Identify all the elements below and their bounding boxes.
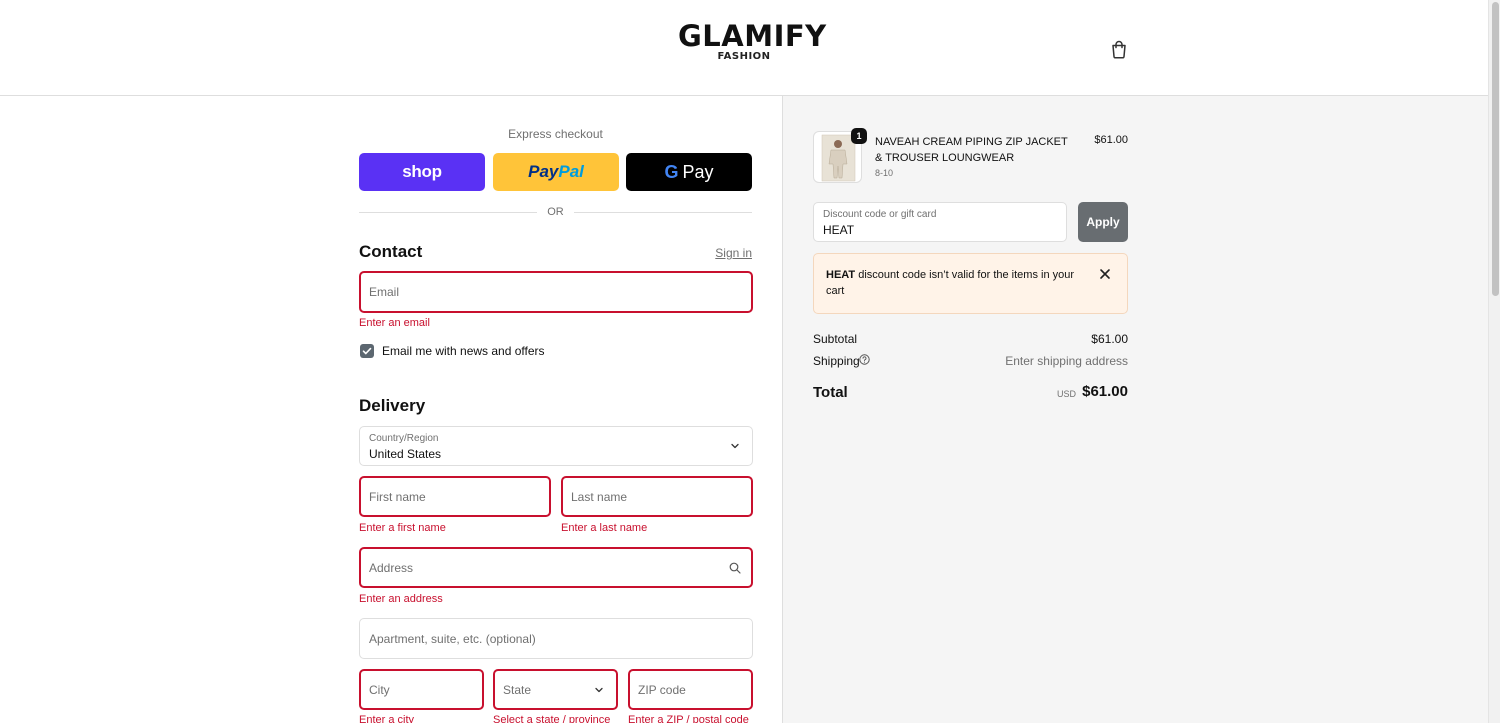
- total-value: $61.00: [1082, 383, 1128, 400]
- google-g-letter: G: [664, 161, 679, 182]
- shop-pay-button[interactable]: shop: [359, 153, 485, 191]
- zip-placeholder: ZIP code: [638, 682, 686, 697]
- discount-error-notice: HEAT discount code isn’t valid for the i…: [813, 253, 1128, 314]
- cart-button[interactable]: [1108, 38, 1130, 60]
- address-field[interactable]: Address: [359, 547, 753, 588]
- site-header: GLAMIFY FASHION: [0, 0, 1488, 96]
- or-text: OR: [547, 206, 564, 218]
- google-g-icon: G: [664, 162, 678, 183]
- search-icon[interactable]: [729, 562, 741, 574]
- last-name-placeholder: Last name: [571, 489, 628, 504]
- notice-text: HEAT discount code isn’t valid for the i…: [826, 267, 1086, 299]
- shipping-label: Shipping: [813, 354, 860, 368]
- country-select[interactable]: Country/Region United States: [359, 426, 753, 466]
- total-currency: USD: [1056, 389, 1076, 399]
- chevron-down-icon: [595, 687, 603, 692]
- email-error: Enter an email: [359, 317, 430, 329]
- city-placeholder: City: [369, 682, 390, 697]
- scrollbar-thumb[interactable]: [1492, 2, 1499, 296]
- express-checkout-label: Express checkout: [508, 127, 603, 141]
- notice-message: discount code isn’t valid for the items …: [826, 269, 1075, 297]
- email-field[interactable]: Email: [359, 271, 753, 313]
- chevron-down-icon: [731, 443, 739, 449]
- last-name-field[interactable]: Last name: [561, 476, 753, 517]
- shipping-value: Enter shipping address: [1005, 354, 1128, 368]
- sign-in-link[interactable]: Sign in: [700, 246, 752, 260]
- paypal-label-part1: Pay: [528, 162, 559, 181]
- brand-subtitle: FASHION: [717, 51, 771, 62]
- first-name-placeholder: First name: [369, 489, 426, 504]
- contact-title: Contact: [359, 242, 423, 261]
- close-icon[interactable]: [1098, 267, 1112, 281]
- quantity-badge: 1: [851, 128, 867, 144]
- country-value: United States: [369, 447, 442, 461]
- checkmark-icon: [362, 347, 372, 355]
- city-error: Enter a city: [359, 714, 415, 723]
- product-price: $61.00: [1094, 134, 1128, 146]
- or-divider: OR: [359, 205, 752, 219]
- apartment-field[interactable]: Apartment, suite, etc. (optional): [359, 618, 753, 659]
- country-label: Country/Region: [369, 433, 439, 444]
- discount-label: Discount code or gift card: [823, 209, 937, 220]
- email-placeholder: Email: [369, 285, 400, 299]
- apartment-placeholder: Apartment, suite, etc. (optional): [369, 631, 536, 646]
- discount-value: HEAT: [823, 223, 855, 237]
- apply-button[interactable]: Apply: [1078, 202, 1128, 242]
- state-select[interactable]: State: [493, 669, 618, 710]
- total-label: Total: [813, 384, 848, 401]
- page-scrollbar[interactable]: [1488, 0, 1500, 723]
- zip-error: Enter a ZIP / postal code: [628, 714, 749, 723]
- state-error: Select a state / province: [493, 714, 611, 723]
- brand-logo[interactable]: GLAMIFY FASHION: [678, 19, 827, 62]
- shop-pay-label: shop: [402, 162, 442, 181]
- product-variant: 8-10: [875, 168, 894, 178]
- state-placeholder: State: [503, 682, 532, 697]
- subtotal-value: $61.00: [1091, 332, 1128, 346]
- paypal-button[interactable]: Pay Pal: [493, 153, 619, 191]
- paypal-label-part2: Pal: [558, 162, 584, 181]
- google-pay-button[interactable]: G Pay: [626, 153, 752, 191]
- discount-code-field[interactable]: Discount code or gift card HEAT: [813, 202, 1067, 242]
- help-icon[interactable]: [859, 354, 870, 365]
- address-error: Enter an address: [359, 593, 443, 605]
- google-pay-label: Pay: [682, 161, 714, 182]
- last-name-error: Enter a last name: [561, 522, 648, 534]
- subtotal-label: Subtotal: [813, 332, 858, 346]
- shopping-bag-icon: [1112, 40, 1126, 59]
- newsletter-label: Email me with news and offers: [382, 344, 545, 358]
- product-name: NAVEAH CREAM PIPING ZIP JACKET & TROUSER…: [875, 136, 1068, 164]
- notice-code: HEAT: [826, 269, 856, 281]
- address-placeholder: Address: [369, 560, 414, 575]
- order-summary-panel: [782, 96, 1488, 723]
- city-field[interactable]: City: [359, 669, 484, 710]
- delivery-title: Delivery: [359, 396, 426, 415]
- brand-name: GLAMIFY: [678, 19, 827, 53]
- first-name-error: Enter a first name: [359, 522, 446, 534]
- zip-field[interactable]: ZIP code: [628, 669, 753, 710]
- first-name-field[interactable]: First name: [359, 476, 551, 517]
- newsletter-checkbox[interactable]: [360, 344, 374, 358]
